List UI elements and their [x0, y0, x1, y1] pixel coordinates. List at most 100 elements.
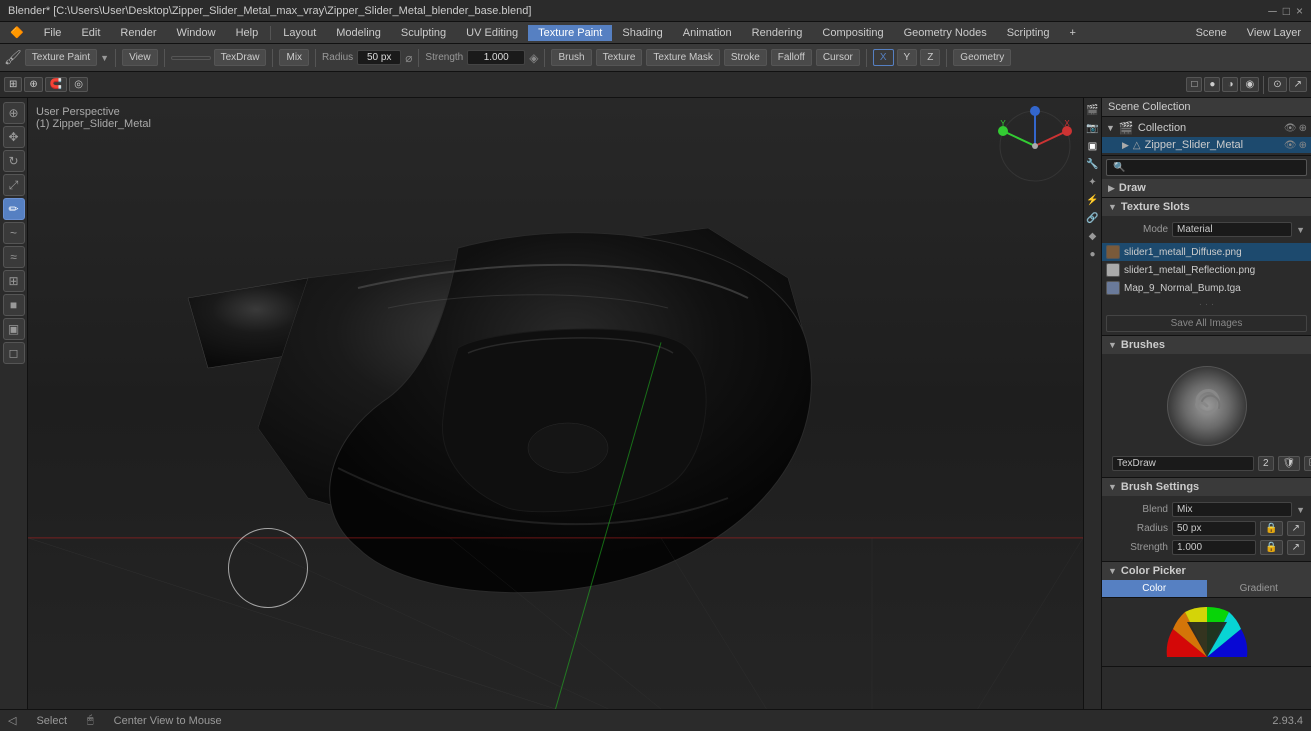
workspace-layout[interactable]: Layout	[273, 25, 326, 41]
blend-dropdown[interactable]: Mix	[1172, 502, 1292, 517]
stroke-btn[interactable]: Stroke	[724, 49, 767, 66]
geometry-btn[interactable]: Geometry	[953, 49, 1011, 66]
gizmo-btn[interactable]: ↗	[1289, 77, 1307, 92]
collection-object-row[interactable]: ▶ △ Zipper_Slider_Metal 👁 ⊕	[1102, 137, 1311, 153]
texture-slot-2[interactable]: Map_9_Normal_Bump.tga	[1102, 279, 1311, 297]
radius-lock-btn[interactable]: 🔒	[1260, 521, 1282, 536]
data-icon[interactable]: ◆	[1085, 228, 1101, 244]
workspace-geometry-nodes[interactable]: Geometry Nodes	[894, 25, 997, 41]
object-hide-action[interactable]: 👁	[1284, 140, 1297, 151]
texture-slot-1[interactable]: slider1_metall_Reflection.png	[1102, 261, 1311, 279]
overlay-btn[interactable]: ⊙	[1268, 77, 1286, 92]
mode-dropdown[interactable]: Material	[1172, 222, 1292, 237]
mode-dropdown[interactable]: Texture Paint	[25, 49, 97, 66]
shading-wireframe-btn[interactable]: □	[1186, 77, 1202, 92]
constraints-icon[interactable]: 🔗	[1085, 210, 1101, 226]
brush-shield-btn[interactable]: 🛡	[1278, 456, 1301, 471]
physics-icon[interactable]: ⚡	[1085, 192, 1101, 208]
z-axis-btn[interactable]: Z	[920, 49, 940, 66]
color-tab[interactable]: Color	[1102, 580, 1207, 597]
strength-field[interactable]: 1.000	[1172, 540, 1256, 555]
eraser-tool[interactable]: ◻	[3, 342, 25, 364]
collection-filter-action[interactable]: ⊕	[1299, 123, 1307, 134]
shading-material-btn[interactable]: ◑	[1222, 77, 1238, 92]
workspace-sculpting[interactable]: Sculpting	[391, 25, 456, 41]
menu-render[interactable]: Render	[110, 25, 166, 41]
fill-tool[interactable]: ■	[3, 294, 25, 316]
strength-lock-btn[interactable]: 🔒	[1260, 540, 1282, 555]
brush-preview-circle[interactable]	[1167, 366, 1247, 446]
render-icon[interactable]: 📷	[1085, 120, 1101, 136]
view-menu-btn[interactable]: View	[122, 49, 158, 66]
menu-file[interactable]: File	[34, 25, 72, 41]
menu-blender[interactable]: 🔶	[0, 24, 34, 41]
workspace-scripting[interactable]: Scripting	[997, 25, 1060, 41]
rotate-tool[interactable]: ↻	[3, 150, 25, 172]
color-wheel-svg[interactable]	[1157, 602, 1257, 662]
strength-curve-btn[interactable]: ↗	[1287, 540, 1305, 555]
particles-icon[interactable]: ✦	[1085, 174, 1101, 190]
scene-selector[interactable]: Scene	[1186, 25, 1237, 41]
workspace-texture-paint[interactable]: Texture Paint	[528, 25, 612, 41]
radius-field[interactable]: 50 px	[1172, 521, 1256, 536]
panel-search[interactable]	[1106, 159, 1307, 176]
workspace-add[interactable]: +	[1060, 25, 1086, 41]
strength-input[interactable]	[467, 50, 525, 65]
draw-section-header[interactable]: ▶ Draw	[1102, 179, 1311, 197]
brush-btn[interactable]: Brush	[551, 49, 591, 66]
texture-slots-header[interactable]: ▼ Texture Slots	[1102, 198, 1311, 216]
color-picker-header[interactable]: ▼ Color Picker	[1102, 562, 1311, 580]
texture-slot-0[interactable]: slider1_metall_Diffuse.png	[1102, 243, 1311, 261]
collection-hide-action[interactable]: 👁	[1284, 123, 1297, 134]
pivot-btn[interactable]: ⊕	[24, 77, 42, 92]
workspace-uv-editing[interactable]: UV Editing	[456, 25, 528, 41]
global-transform-btn[interactable]: ⊞	[4, 77, 22, 92]
tool-color-swatch[interactable]	[171, 56, 211, 60]
workspace-animation[interactable]: Animation	[673, 25, 742, 41]
shading-solid-btn[interactable]: ●	[1204, 77, 1220, 92]
close-btn[interactable]: ×	[1296, 4, 1303, 18]
modifier-icon[interactable]: 🔧	[1085, 156, 1101, 172]
workspace-modeling[interactable]: Modeling	[326, 25, 391, 41]
minimize-btn[interactable]: ─	[1268, 4, 1277, 18]
menu-help[interactable]: Help	[226, 25, 269, 41]
snap-btn[interactable]: 🧲	[45, 77, 67, 92]
menu-window[interactable]: Window	[166, 25, 225, 41]
scale-tool[interactable]: ⤢	[3, 174, 25, 196]
cursor-tool[interactable]: ⊕	[3, 102, 25, 124]
radius-curve-btn[interactable]: ↗	[1287, 521, 1305, 536]
tool-name-btn[interactable]: TexDraw	[214, 49, 267, 66]
shading-render-btn[interactable]: ◉	[1240, 77, 1259, 92]
move-tool[interactable]: ✥	[3, 126, 25, 148]
radius-input[interactable]	[357, 50, 401, 65]
brush-name-input[interactable]	[1112, 456, 1254, 471]
mask-tool[interactable]: ▣	[3, 318, 25, 340]
object-select-action[interactable]: ⊕	[1299, 140, 1307, 151]
nav-gizmo[interactable]: X Y Z	[995, 106, 1075, 186]
smear-tool[interactable]: ≈	[3, 246, 25, 268]
menu-edit[interactable]: Edit	[71, 25, 110, 41]
workspace-shading[interactable]: Shading	[612, 25, 672, 41]
blend-mode-btn[interactable]: Mix	[279, 49, 309, 66]
proportional-btn[interactable]: ◎	[69, 77, 88, 92]
save-all-images-btn[interactable]: Save All Images	[1106, 315, 1307, 332]
x-axis-btn[interactable]: X	[873, 49, 894, 66]
brush-settings-header[interactable]: ▼ Brush Settings	[1102, 478, 1311, 496]
brushes-section-header[interactable]: ▼ Brushes	[1102, 336, 1311, 354]
clone-tool[interactable]: ⊞	[3, 270, 25, 292]
maximize-btn[interactable]: □	[1283, 4, 1290, 18]
y-axis-btn[interactable]: Y	[897, 49, 918, 66]
object-icon[interactable]: ▣	[1085, 138, 1101, 154]
scene-icon[interactable]: 🎬	[1085, 102, 1101, 118]
workspace-rendering[interactable]: Rendering	[742, 25, 813, 41]
gradient-tab[interactable]: Gradient	[1207, 580, 1311, 597]
texture-btn[interactable]: Texture	[596, 49, 643, 66]
soften-tool[interactable]: ~	[3, 222, 25, 244]
collection-root-row[interactable]: ▼ 🎬 Collection 👁 ⊕	[1102, 119, 1311, 137]
texture-mask-btn[interactable]: Texture Mask	[646, 49, 719, 66]
workspace-compositing[interactable]: Compositing	[812, 25, 893, 41]
viewport[interactable]: User Perspective (1) Zipper_Slider_Metal…	[28, 98, 1083, 709]
brush-copy-btn[interactable]: ⎘	[1304, 456, 1311, 471]
material-icon[interactable]: ●	[1085, 246, 1101, 262]
window-controls[interactable]: ─ □ ×	[1268, 4, 1303, 18]
